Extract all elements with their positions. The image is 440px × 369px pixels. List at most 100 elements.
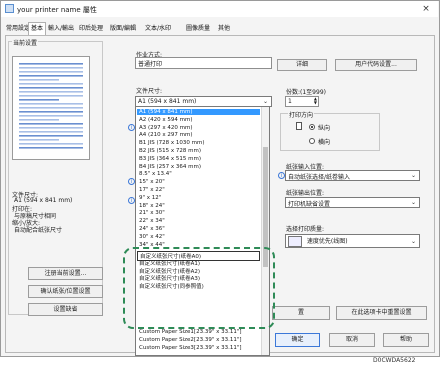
portrait-radio[interactable]	[309, 124, 315, 130]
summary-paper-size-value: A1 (594 x 841 mm)	[14, 197, 73, 204]
window-title: your printer name 屬性	[17, 6, 97, 14]
preview-line	[19, 75, 83, 77]
preview-line	[19, 95, 83, 97]
document-size-option[interactable]: 17" x 22"	[139, 187, 165, 193]
document-size-label: 文件尺寸:	[136, 88, 163, 95]
info-icon: i	[128, 197, 135, 204]
set-default-button[interactable]: 设置缺省	[28, 303, 103, 316]
preview-line	[19, 115, 83, 117]
tab-text-watermark[interactable]: 文本/水印	[143, 23, 173, 34]
document-size-option[interactable]: A4 (210 x 297 mm)	[139, 132, 193, 138]
close-icon[interactable]: ×	[419, 3, 433, 15]
chevron-down-icon: ⌄	[410, 238, 416, 245]
confirm-paper-button[interactable]: 确认纸张/位置设置	[28, 285, 103, 298]
details-button[interactable]: 详细	[277, 59, 327, 71]
quality-icon	[288, 236, 302, 247]
document-size-option[interactable]: A2 (420 x 594 mm)	[139, 117, 193, 123]
landscape-radio[interactable]	[309, 138, 315, 144]
current-settings-label: 当前设置	[12, 38, 39, 47]
landscape-label: 横向	[318, 139, 331, 146]
chevron-down-icon: ⌄	[410, 199, 416, 206]
page-preview	[12, 56, 90, 160]
page-preview-lines	[19, 63, 83, 149]
input-tray-select[interactable]: 自动纸张选择/纸卷输入 ⌄	[285, 170, 420, 181]
portrait-label: 纵向	[318, 125, 331, 132]
preview-line	[19, 107, 83, 109]
document-size-option[interactable]: 24" x 36"	[139, 226, 165, 232]
preview-line	[19, 119, 59, 121]
orientation-label: 打印方向	[288, 110, 315, 119]
tab-bar: 常用設定 基本 輸入/輸出 印后处理 版面/編輯 文本/水印 圖像质量 其他	[1, 22, 438, 36]
output-tray-select[interactable]: 打印机缺省设置 ⌄	[285, 197, 420, 208]
print-quality-value: 速度优先(线图)	[306, 238, 348, 245]
document-size-option[interactable]: A1 (594 x 841 mm)	[137, 109, 260, 115]
document-size-option[interactable]: 30" x 42"	[139, 234, 165, 240]
printer-icon	[5, 4, 14, 13]
portrait-page-icon	[296, 122, 304, 130]
preview-line	[19, 99, 59, 101]
preview-line	[19, 87, 83, 89]
document-size-option[interactable]: B2 JIS (515 x 728 mm)	[139, 148, 201, 154]
preview-line	[19, 111, 83, 113]
partial-reset-button[interactable]: 置	[272, 306, 330, 320]
document-size-option[interactable]: 22" x 34"	[139, 218, 165, 224]
preview-line	[19, 83, 83, 85]
ok-button[interactable]: 确定	[275, 333, 320, 347]
document-size-option[interactable]: B4 JIS (257 x 364 mm)	[139, 164, 201, 170]
preview-line	[19, 143, 83, 145]
custom-paper-option[interactable]: Custom Paper Size3[23.39" x 33.11"]	[139, 345, 242, 351]
highlight-callout	[123, 247, 275, 329]
reset-tab-button[interactable]: 在此选项卡中重置设置	[336, 306, 427, 320]
preview-line	[19, 127, 83, 129]
tab-image-quality[interactable]: 圖像质量	[184, 23, 212, 34]
user-code-button[interactable]: 用户代码设置...	[335, 59, 417, 71]
register-settings-button[interactable]: 注册当前设置...	[28, 267, 103, 280]
output-tray-label: 纸张输出位置:	[286, 190, 325, 197]
document-size-option[interactable]: 15" x 20"	[139, 179, 165, 185]
tab-layout-edit[interactable]: 版面/編輯	[108, 23, 138, 34]
chevron-down-icon: ⌄	[262, 98, 268, 105]
document-size-option[interactable]: B3 JIS (364 x 515 mm)	[139, 156, 201, 162]
preview-line	[19, 71, 83, 73]
document-size-option[interactable]: 21" x 30"	[139, 210, 165, 216]
tab-input-output[interactable]: 輸入/輸出	[46, 23, 76, 34]
preview-line	[19, 67, 83, 69]
help-button[interactable]: 帮助	[383, 333, 429, 347]
document-size-option[interactable]: 18" x 24"	[139, 203, 165, 209]
tab-other[interactable]: 其他	[216, 23, 232, 34]
spinner-arrows-icon[interactable]: ▲ ▼	[314, 97, 317, 105]
document-size-option[interactable]: A3 (297 x 420 mm)	[139, 125, 193, 131]
print-quality-label: 选择打印质量:	[286, 226, 325, 233]
preview-line	[19, 139, 59, 141]
document-size-option[interactable]: B1 JIS (728 x 1030 mm)	[139, 140, 205, 146]
tab-finishing[interactable]: 印后处理	[77, 23, 105, 34]
preview-line	[19, 63, 83, 65]
preview-line	[19, 123, 83, 125]
chevron-down-icon: ⌄	[410, 172, 416, 179]
copies-label: 份数:(1至999)	[286, 89, 326, 96]
custom-paper-option[interactable]: Custom Paper Size1[23.39" x 33.11"]	[139, 329, 242, 335]
input-tray-value: 自动纸张选择/纸卷输入	[288, 174, 351, 181]
info-icon: i	[128, 124, 135, 131]
document-size-option[interactable]: 8.5" x 13.4"	[139, 171, 172, 177]
figure-code: D0CWDA5622	[373, 357, 416, 364]
document-size-value: A1 (594 x 841 mm)	[138, 98, 197, 105]
output-tray-value: 打印机缺省设置	[288, 201, 331, 208]
preview-line	[19, 147, 83, 149]
job-type-select[interactable]: 普通打印	[135, 57, 272, 69]
tab-basic[interactable]: 基本	[28, 22, 47, 36]
copies-value: 1	[288, 98, 292, 105]
document-size-option[interactable]: 9" x 12"	[139, 195, 161, 201]
info-icon: i	[278, 172, 285, 179]
preview-line	[19, 135, 83, 137]
preview-line	[19, 91, 83, 93]
print-quality-select[interactable]: 速度优先(线图) ⌄	[285, 234, 420, 248]
preview-line	[19, 131, 83, 133]
copies-input[interactable]: 1 ▲ ▼	[285, 96, 319, 107]
cancel-button[interactable]: 取消	[329, 333, 375, 347]
title-bar: your printer name 屬性 ×	[1, 1, 438, 17]
summary-scale-value: 自动配合纸张尺寸	[14, 227, 63, 234]
preview-line	[19, 79, 59, 81]
preview-line	[19, 103, 83, 105]
custom-paper-option[interactable]: Custom Paper Size2[23.39" x 33.11"]	[139, 337, 242, 343]
